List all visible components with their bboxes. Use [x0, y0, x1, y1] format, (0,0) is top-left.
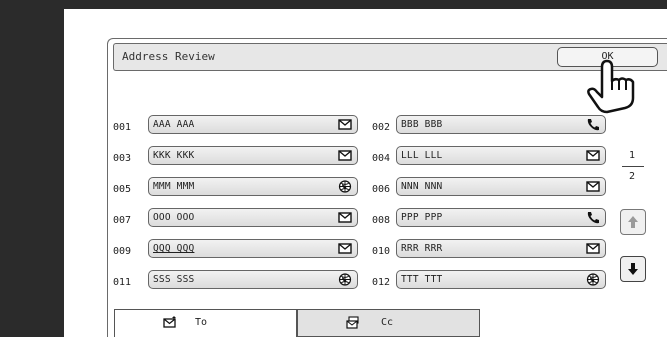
entry-number: 004	[372, 153, 391, 164]
scroll-up-button[interactable]	[620, 209, 646, 235]
entry-number: 011	[113, 277, 132, 288]
address-entry[interactable]: BBB BBB	[396, 115, 606, 134]
tab-to[interactable]: To	[114, 309, 297, 337]
envelope-icon	[586, 243, 600, 254]
entry-number: 003	[113, 153, 132, 164]
entry-number: 005	[113, 184, 132, 195]
arrow-down-icon	[628, 263, 638, 275]
address-entry[interactable]: AAA AAA	[148, 115, 358, 134]
address-entry[interactable]: OOO OOO	[148, 208, 358, 227]
top-frame	[0, 0, 667, 9]
cc-icon	[346, 316, 359, 329]
entry-number: 001	[113, 122, 132, 133]
entry-number: 010	[372, 246, 391, 257]
arrow-up-icon	[628, 216, 638, 228]
envelope-icon	[338, 119, 352, 130]
address-entry[interactable]: LLL LLL	[396, 146, 606, 165]
address-name: MMM MMM	[153, 181, 195, 192]
address-name: RRR RRR	[401, 243, 443, 254]
entry-number: 006	[372, 184, 391, 195]
envelope-icon	[338, 243, 352, 254]
entry-number: 007	[113, 215, 132, 226]
scroll-down-button[interactable]	[620, 256, 646, 282]
address-name: LLL LLL	[401, 150, 443, 161]
pointing-hand-icon	[587, 59, 635, 114]
address-name: SSS SSS	[153, 274, 195, 285]
phone-icon	[587, 212, 599, 224]
internet-fax-icon	[586, 273, 600, 286]
entry-number: 009	[113, 246, 132, 257]
entry-number: 012	[372, 277, 391, 288]
address-name: QQQ QQQ	[153, 243, 195, 254]
left-frame	[0, 0, 64, 337]
envelope-icon	[586, 150, 600, 161]
address-entry[interactable]: KKK KKK	[148, 146, 358, 165]
tab-to-label: To	[195, 317, 208, 328]
address-name: AAA AAA	[153, 119, 195, 130]
page-current: 1	[629, 150, 636, 161]
phone-icon	[587, 119, 599, 131]
address-name: TTT TTT	[401, 274, 443, 285]
envelope-icon	[586, 181, 600, 192]
address-name: BBB BBB	[401, 119, 443, 130]
page-total: 2	[629, 171, 636, 182]
internet-fax-icon	[338, 273, 352, 286]
page-title: Address Review	[122, 50, 215, 63]
tab-cc-label: Cc	[381, 317, 394, 328]
envelope-icon	[338, 212, 352, 223]
page-divider	[622, 166, 644, 167]
address-entry[interactable]: NNN NNN	[396, 177, 606, 196]
address-name: NNN NNN	[401, 181, 443, 192]
entry-number: 002	[372, 122, 391, 133]
address-entry[interactable]: MMM MMM	[148, 177, 358, 196]
envelope-icon	[163, 316, 176, 328]
address-entry[interactable]: RRR RRR	[396, 239, 606, 258]
address-name: OOO OOO	[153, 212, 195, 223]
envelope-icon	[338, 150, 352, 161]
address-name: PPP PPP	[401, 212, 443, 223]
tab-cc[interactable]: Cc	[297, 309, 480, 337]
address-entry[interactable]: PPP PPP	[396, 208, 606, 227]
address-entry[interactable]: QQQ QQQ	[148, 239, 358, 258]
internet-fax-icon	[338, 180, 352, 193]
address-entry[interactable]: TTT TTT	[396, 270, 606, 289]
entry-number: 008	[372, 215, 391, 226]
address-name: KKK KKK	[153, 150, 195, 161]
address-entry[interactable]: SSS SSS	[148, 270, 358, 289]
